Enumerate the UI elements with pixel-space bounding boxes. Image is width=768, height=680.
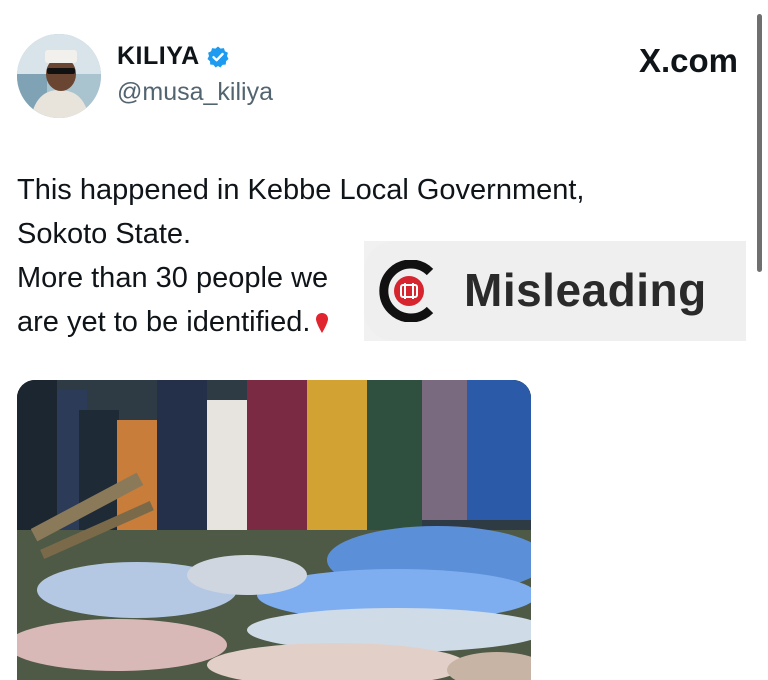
tweet-line-4: are yet to be identified. [17,306,311,338]
red-pin-icon [316,313,329,333]
tweet-line-1: This happened in Kebbe Local Government, [17,174,585,206]
display-name[interactable]: KILIYA [117,42,230,71]
avatar-photo [17,34,101,118]
factcheck-logo-icon [379,260,434,322]
user-handle[interactable]: @musa_kiliya [117,78,273,107]
fact-check-badge: Misleading [364,241,746,341]
display-name-text: KILIYA [117,42,200,70]
crowd-photo [17,380,531,680]
site-label: X.com [638,42,738,79]
avatar[interactable] [17,34,101,118]
tweet-media-photo[interactable] [17,380,531,680]
verified-badge-icon [207,46,229,67]
scrollbar[interactable] [757,14,762,272]
fact-check-label: Misleading [464,264,707,316]
